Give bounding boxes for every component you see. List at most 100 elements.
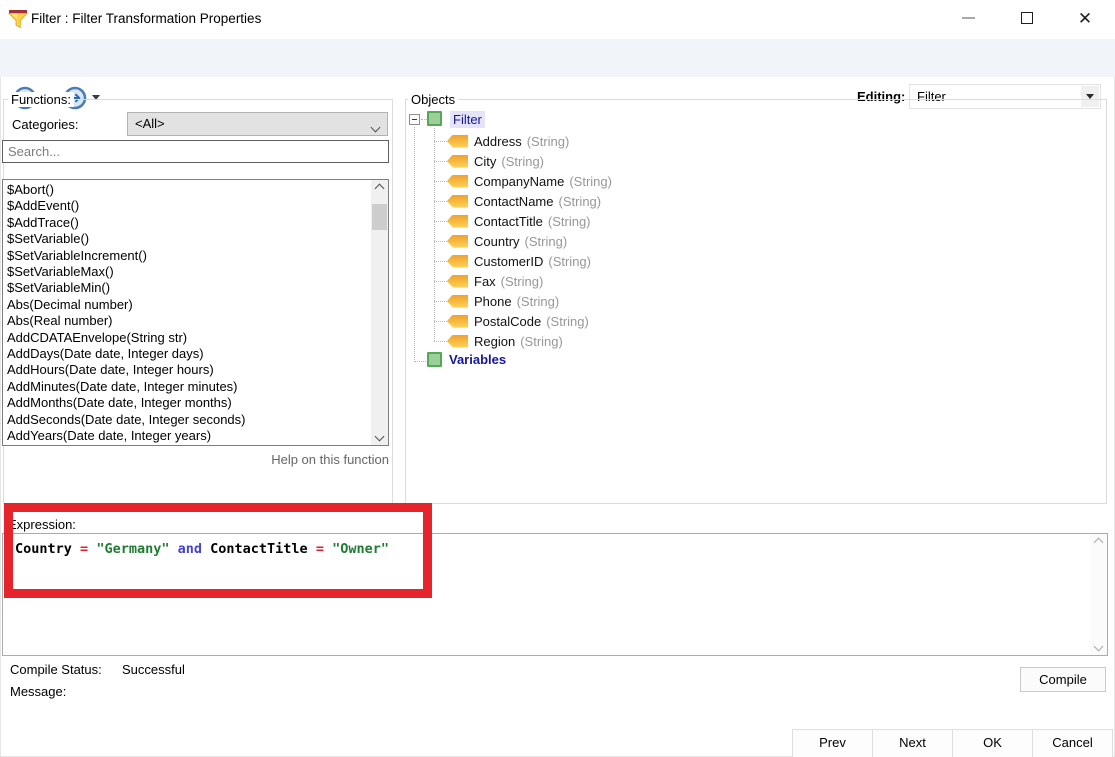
- maximize-button[interactable]: [1005, 0, 1049, 36]
- expression-label: Expression:: [8, 517, 76, 532]
- close-button[interactable]: ✕: [1063, 0, 1107, 36]
- help-on-function-link[interactable]: Help on this function: [2, 452, 389, 467]
- function-list-item[interactable]: AddMonths(Date date, Integer months): [3, 395, 371, 411]
- scroll-up-icon[interactable]: [1090, 534, 1107, 551]
- function-list[interactable]: $Abort()$AddEvent()$AddTrace()$SetVariab…: [2, 179, 389, 446]
- tree-item-city[interactable]: City (String): [434, 151, 544, 171]
- tree-connector: [434, 181, 447, 182]
- field-name: City: [474, 154, 496, 169]
- function-list-item[interactable]: $AddTrace(): [3, 215, 371, 231]
- footer-button-row: PrevNextOKCancel: [792, 729, 1113, 757]
- function-list-item[interactable]: $SetVariableIncrement(): [3, 248, 371, 264]
- function-list-item[interactable]: $AddEvent(): [3, 198, 371, 214]
- categories-value: <All>: [135, 116, 165, 131]
- tree-collapse-toggle[interactable]: [409, 114, 420, 125]
- field-name: ContactName: [474, 194, 553, 209]
- expression-token: and: [178, 541, 202, 557]
- tree-item-variables[interactable]: Variables: [449, 352, 506, 367]
- close-icon: ✕: [1078, 10, 1092, 27]
- tree-connector: [434, 341, 447, 342]
- next-button[interactable]: Next: [872, 729, 953, 757]
- expression-token: =: [316, 541, 324, 557]
- tree-item-filter[interactable]: Filter: [450, 111, 485, 128]
- tree-item-customerid[interactable]: CustomerID (String): [434, 251, 591, 271]
- filter-properties-dialog: Filter : Filter Transformation Propertie…: [0, 0, 1115, 757]
- tree-connector: [434, 281, 447, 282]
- message-label: Message:: [10, 684, 66, 699]
- tree-item-contactname[interactable]: ContactName(String): [434, 191, 601, 211]
- minimize-button[interactable]: [946, 0, 990, 36]
- filter-node-icon: [427, 111, 442, 126]
- maximize-icon: [1021, 12, 1033, 24]
- field-type: (String): [548, 214, 591, 229]
- compile-status-label: Compile Status:: [10, 662, 102, 677]
- objects-group-label: Objects: [408, 92, 458, 107]
- field-type: (String): [501, 154, 544, 169]
- categories-dropdown[interactable]: <All>: [127, 112, 388, 136]
- function-list-item[interactable]: AddMinutes(Date date, Integer minutes): [3, 379, 371, 395]
- field-name: Fax: [474, 274, 496, 289]
- function-list-item[interactable]: $Abort(): [3, 182, 371, 198]
- field-tag-icon: [447, 315, 468, 328]
- scrollbar-thumb[interactable]: [372, 204, 387, 230]
- field-tag-icon: [447, 175, 468, 188]
- expression-token: "Germany": [96, 541, 169, 557]
- field-type: (String): [546, 314, 589, 329]
- ok-button[interactable]: OK: [952, 729, 1033, 757]
- prev-button[interactable]: Prev: [792, 729, 873, 757]
- toolbar: Editing: Filter: [0, 39, 1115, 77]
- function-list-item[interactable]: AddSeconds(Date date, Integer seconds): [3, 412, 371, 428]
- function-list-item[interactable]: $SetVariableMax(): [3, 264, 371, 280]
- field-tag-icon: [447, 335, 468, 348]
- field-tag-icon: [447, 275, 468, 288]
- compile-status-value: Successful: [122, 662, 185, 677]
- tree-item-fax[interactable]: Fax(String): [434, 271, 543, 291]
- tree-item-contacttitle[interactable]: ContactTitle (String): [434, 211, 591, 231]
- function-list-item[interactable]: AddDays(Date date, Integer days): [3, 346, 371, 362]
- tree-connector: [434, 161, 447, 162]
- tree-item-region[interactable]: Region (String): [434, 331, 563, 351]
- compile-button[interactable]: Compile: [1020, 667, 1106, 692]
- function-list-scrollbar[interactable]: [371, 180, 388, 445]
- function-list-item[interactable]: $SetVariable(): [3, 231, 371, 247]
- tree-item-postalcode[interactable]: PostalCode(String): [434, 311, 589, 331]
- scroll-down-icon[interactable]: [371, 428, 388, 445]
- tree-connector: [414, 361, 426, 362]
- function-list-item[interactable]: AddHours(Date date, Integer hours): [3, 362, 371, 378]
- tree-item-companyname[interactable]: CompanyName(String): [434, 171, 612, 191]
- tree-item-phone[interactable]: Phone(String): [434, 291, 559, 311]
- field-tag-icon: [447, 255, 468, 268]
- search-input[interactable]: [2, 140, 389, 163]
- field-name: Country: [474, 234, 520, 249]
- expression-token: Country: [15, 541, 72, 557]
- scroll-down-icon[interactable]: [1090, 638, 1107, 655]
- expression-scrollbar[interactable]: [1090, 534, 1107, 655]
- tree-item-address[interactable]: Address(String): [434, 131, 569, 151]
- expression-token: "Owner": [332, 541, 389, 557]
- field-type: (String): [517, 294, 560, 309]
- field-name: ContactTitle: [474, 214, 543, 229]
- filter-funnel-icon: [8, 8, 28, 30]
- field-type: (String): [527, 134, 570, 149]
- tree-connector: [434, 321, 447, 322]
- field-type: (String): [548, 254, 591, 269]
- field-tag-icon: [447, 235, 468, 248]
- expression-editor[interactable]: Country = "Germany" and ContactTitle = "…: [2, 533, 1108, 656]
- tree-connector: [434, 241, 447, 242]
- scroll-up-icon[interactable]: [371, 180, 388, 197]
- function-list-items: $Abort()$AddEvent()$AddTrace()$SetVariab…: [3, 182, 371, 445]
- window-title: Filter : Filter Transformation Propertie…: [31, 11, 261, 26]
- function-list-item[interactable]: Abs(Real number): [3, 313, 371, 329]
- function-list-item[interactable]: AddYears(Date date, Integer years): [3, 428, 371, 444]
- field-type: (String): [520, 334, 563, 349]
- cancel-button[interactable]: Cancel: [1032, 729, 1113, 757]
- field-tag-icon: [447, 215, 468, 228]
- field-type: (String): [569, 174, 612, 189]
- function-list-item[interactable]: AddCDATAEnvelope(String str): [3, 330, 371, 346]
- function-list-item[interactable]: Abs(Decimal number): [3, 297, 371, 313]
- tree-item-country[interactable]: Country(String): [434, 231, 567, 251]
- field-name: Region: [474, 334, 515, 349]
- categories-label: Categories:: [12, 117, 78, 132]
- function-list-item[interactable]: $SetVariableMin(): [3, 280, 371, 296]
- field-name: CustomerID: [474, 254, 543, 269]
